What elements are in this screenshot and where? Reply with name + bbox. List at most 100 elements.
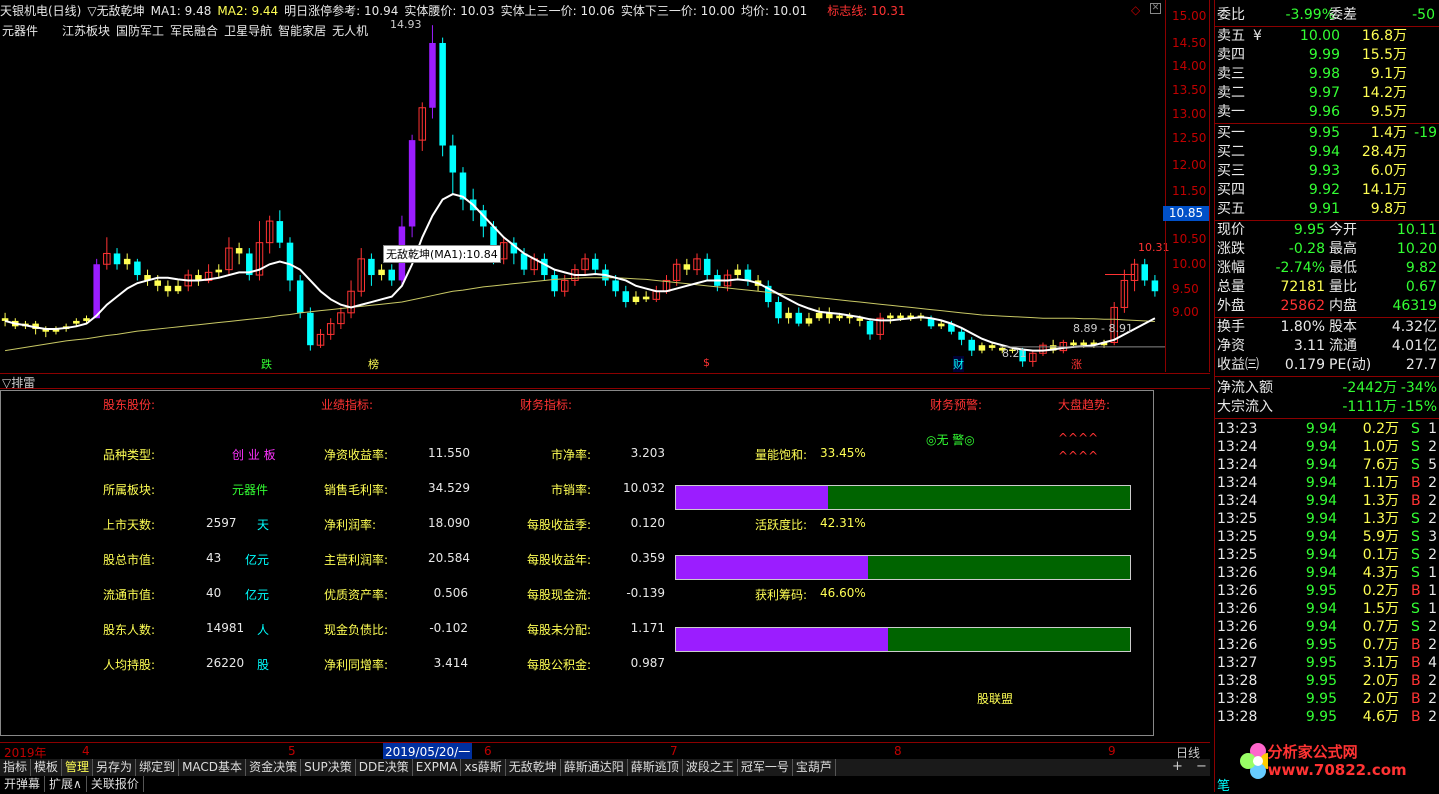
stat-label: 内盘 bbox=[1329, 298, 1357, 314]
candle-body bbox=[388, 269, 396, 281]
candle bbox=[408, 134, 416, 238]
progress-bar bbox=[675, 485, 1131, 510]
candle bbox=[541, 253, 548, 281]
candle-body bbox=[551, 275, 558, 292]
toolbar-tab[interactable]: 另存为 bbox=[93, 759, 137, 776]
candle-body bbox=[520, 253, 528, 270]
toolbar-tab[interactable]: 宝葫芦 bbox=[793, 759, 836, 776]
weidiff-value: -50 bbox=[1412, 7, 1435, 23]
weibi-value: -3.99% bbox=[1285, 7, 1335, 23]
kline-chart[interactable]: 天银机电(日线) ▽无敌乾坤 MA1: 9.48 MA2: 9.44 明日涨停参考: 1… bbox=[0, 0, 1210, 372]
stat-label: 外盘 bbox=[1217, 298, 1245, 314]
bid-price: 9.91 bbox=[1308, 201, 1340, 217]
stat-value: 9.82 bbox=[1405, 260, 1437, 276]
candle bbox=[296, 275, 304, 319]
date-axis[interactable]: 2019年 4 5 2019/05/20/一 6 7 8 9 日线 bbox=[0, 742, 1210, 760]
price-tick: 13.50 bbox=[1172, 83, 1207, 97]
tick-price: 9.95 bbox=[1305, 691, 1337, 707]
metric-value: 34.529 bbox=[428, 481, 470, 495]
bar-label: 活跃度比: bbox=[755, 518, 808, 532]
candle bbox=[337, 307, 345, 330]
tick-volume: 4.3万 bbox=[1362, 565, 1399, 581]
tick-volume: 1.0万 bbox=[1362, 439, 1399, 455]
candle-body bbox=[123, 258, 131, 265]
metric-value: 20.584 bbox=[428, 551, 470, 565]
candle-body bbox=[307, 312, 314, 346]
metric-value: -0.102 bbox=[429, 621, 468, 635]
tick-price: 9.94 bbox=[1305, 457, 1337, 473]
info-value: 27.7 bbox=[1405, 357, 1437, 373]
candle bbox=[103, 237, 111, 270]
range-label: 8.89 - 8.91 bbox=[1073, 322, 1133, 335]
tick-count: 2 bbox=[1428, 673, 1437, 689]
zoom-out-button[interactable]: − bbox=[1196, 759, 1207, 774]
metric-label: 人均持股: bbox=[103, 658, 156, 672]
footer-char[interactable]: 笔 bbox=[1217, 775, 1230, 794]
toolbar-tab[interactable]: xs薛斯 bbox=[461, 759, 506, 776]
toolbar-tab[interactable]: 薛斯逃顶 bbox=[628, 759, 683, 776]
metric-value: 11.550 bbox=[428, 446, 470, 460]
progress-fill bbox=[676, 556, 869, 579]
bottom-tab[interactable]: 扩展∧ bbox=[45, 776, 87, 792]
stat-label: 今开 bbox=[1329, 222, 1357, 238]
tick-price: 9.95 bbox=[1305, 673, 1337, 689]
date-cursor: 2019/05/20/一 bbox=[383, 743, 473, 760]
panel-title[interactable]: ▽排雷 bbox=[0, 373, 1210, 390]
tick-row: 13:24 9.94 7.6万 S 5 bbox=[1215, 456, 1439, 474]
signal-label: 榜 bbox=[368, 358, 379, 371]
bottom-tab[interactable]: 开弹幕 bbox=[0, 776, 46, 792]
metric-value: 0.359 bbox=[630, 551, 665, 565]
metric-label: 市净率: bbox=[550, 448, 591, 462]
price-axis[interactable]: 15.00 14.50 14.00 13.50 13.00 12.50 12.00 11.50… bbox=[1165, 0, 1210, 372]
price-tick: 15.00 bbox=[1172, 9, 1207, 23]
diamond-icon[interactable]: ◇ bbox=[1131, 3, 1140, 17]
info-value: 0.179 bbox=[1284, 357, 1325, 373]
tick-side: S bbox=[1411, 457, 1420, 473]
toolbar-tab[interactable]: 模板 bbox=[31, 759, 63, 776]
tick-count: 5 bbox=[1428, 457, 1437, 473]
toolbar-tab[interactable]: EXPMA bbox=[413, 759, 462, 776]
metric-label: 销售毛利率: bbox=[324, 483, 389, 497]
bid-price: 9.93 bbox=[1308, 163, 1340, 179]
tick-row: 13:24 9.94 1.1万 B 2 bbox=[1215, 474, 1439, 492]
bottom-tab[interactable]: 关联报价 bbox=[87, 776, 144, 792]
candle bbox=[316, 329, 325, 348]
candle-body bbox=[164, 285, 172, 292]
info-value: 4.01亿 bbox=[1391, 338, 1437, 354]
toolbar-tab[interactable]: 绑定到 bbox=[136, 759, 180, 776]
tick-row: 13:28 9.95 4.6万 B 2 bbox=[1215, 708, 1439, 726]
kline-plot[interactable] bbox=[0, 16, 1165, 372]
candle bbox=[1039, 342, 1047, 356]
stat-row: 总量 72181 量比 0.67 bbox=[1215, 278, 1439, 297]
toolbar-tab[interactable]: MACD基本 bbox=[179, 759, 247, 776]
panel-header: 业绩指标: bbox=[321, 398, 374, 412]
price-tick: 10.00 bbox=[1172, 257, 1207, 271]
candle-body bbox=[429, 42, 436, 108]
toolbar-tab[interactable]: 薛斯通达阳 bbox=[561, 759, 628, 776]
stat-label: 现价 bbox=[1217, 222, 1245, 238]
candle bbox=[1151, 275, 1159, 297]
toolbar-tab[interactable]: 无敌乾坤 bbox=[506, 759, 561, 776]
toolbar-tab[interactable]: 冠军一号 bbox=[738, 759, 793, 776]
zoom-in-button[interactable]: + bbox=[1172, 759, 1183, 774]
metric-label: 每股收益季: bbox=[526, 518, 591, 532]
toolbar-tab[interactable]: 指标 bbox=[0, 759, 32, 776]
candle-body bbox=[734, 269, 741, 276]
candle bbox=[815, 307, 823, 321]
candle bbox=[195, 269, 202, 286]
tick-row: 13:28 9.95 2.0万 B 2 bbox=[1215, 690, 1439, 708]
toolbar-tab[interactable]: 资金决策 bbox=[246, 759, 302, 776]
toolbar-tab[interactable]: 管理 bbox=[62, 759, 94, 776]
tick-volume: 1.3万 bbox=[1362, 493, 1399, 509]
candle bbox=[683, 258, 691, 276]
ask-volume: 15.5万 bbox=[1361, 47, 1407, 63]
toolbar-tab[interactable]: DDE决策 bbox=[356, 759, 413, 776]
toolbar-tab[interactable]: SUP决策 bbox=[301, 759, 356, 776]
candle bbox=[785, 307, 792, 324]
toolbar-tab[interactable]: 波段之王 bbox=[683, 759, 738, 776]
date-tick: 6 bbox=[484, 744, 492, 758]
close-icon[interactable]: ✕ bbox=[1150, 3, 1161, 14]
ask-label: 卖三 bbox=[1217, 66, 1245, 82]
tick-price: 9.94 bbox=[1305, 421, 1337, 437]
metric-value: -0.139 bbox=[626, 586, 665, 600]
